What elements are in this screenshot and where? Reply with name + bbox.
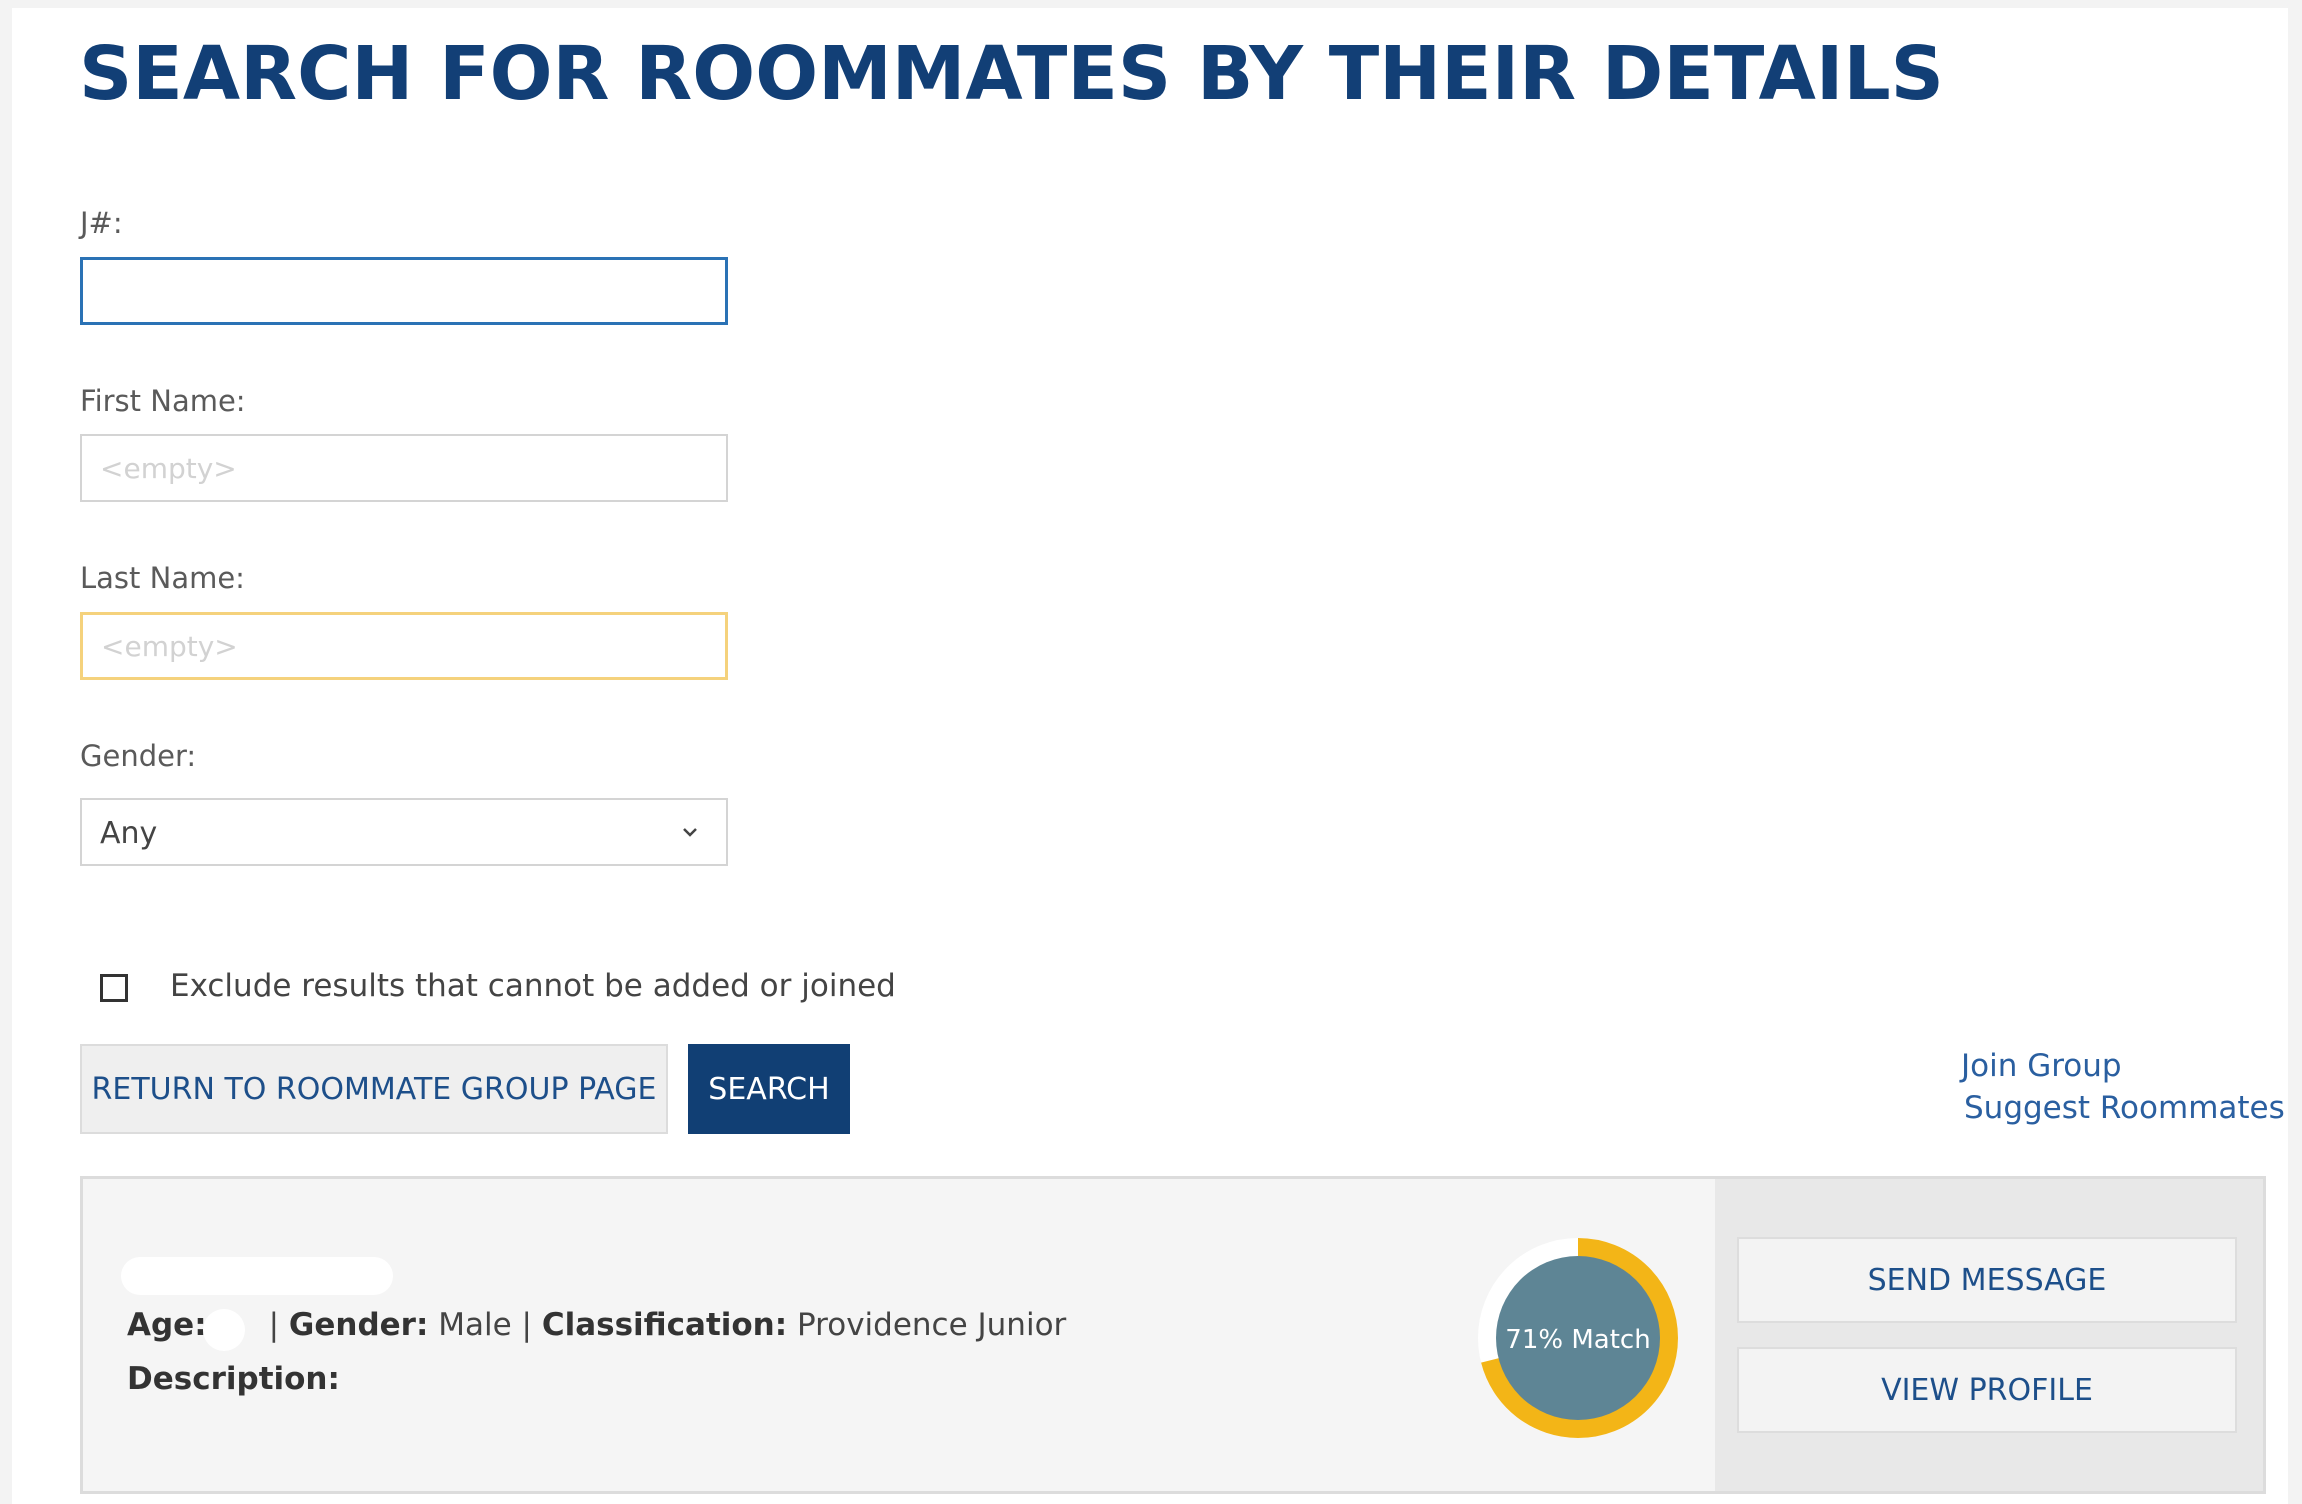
result-details-line: Age: | Gender: Male | Classification: Pro… [127,1307,1066,1343]
last-name-input[interactable] [80,612,728,680]
chevron-down-icon [683,828,697,837]
join-group-link[interactable]: Join Group [1961,1048,2122,1084]
result-card: Age: | Gender: Male | Classification: Pro… [80,1176,2266,1494]
suggest-roommates-link[interactable]: Suggest Roommates [1964,1090,2285,1126]
page-title: SEARCH FOR ROOMMATES BY THEIR DETAILS [79,31,1944,117]
gender-select[interactable]: Any [80,798,728,866]
result-actions-panel: SEND MESSAGE VIEW PROFILE [1715,1179,2263,1491]
exclude-checkbox-label: Exclude results that cannot be added or … [170,968,896,1004]
exclude-checkbox[interactable] [100,974,128,1002]
return-to-group-button[interactable]: RETURN TO ROOMMATE GROUP PAGE [80,1044,668,1134]
first-name-label: First Name: [80,384,246,418]
jnum-input[interactable] [80,257,728,325]
gender-select-value: Any [100,816,158,851]
gender-value: Male [438,1307,512,1343]
first-name-input[interactable] [80,434,728,502]
classification-value: Providence Junior [797,1307,1067,1343]
send-message-button[interactable]: SEND MESSAGE [1737,1237,2237,1323]
classification-label: Classification: [541,1307,788,1343]
gender-label: Gender: [80,739,197,773]
redacted-age [203,1309,245,1351]
age-label: Age: [127,1307,207,1343]
description-label: Description: [127,1361,340,1397]
view-profile-button[interactable]: VIEW PROFILE [1737,1347,2237,1433]
page-container: SEARCH FOR ROOMMATES BY THEIR DETAILS J#… [12,8,2288,1504]
redacted-name [121,1257,393,1295]
description-line: Description: [127,1361,340,1397]
match-percent-label: 71% Match [1505,1325,1651,1355]
last-name-label: Last Name: [80,561,245,595]
separator: | [268,1307,280,1343]
gender-label: Gender: [288,1307,429,1343]
separator: | [521,1307,532,1343]
jnum-label: J#: [80,206,123,240]
search-button[interactable]: SEARCH [688,1044,850,1134]
